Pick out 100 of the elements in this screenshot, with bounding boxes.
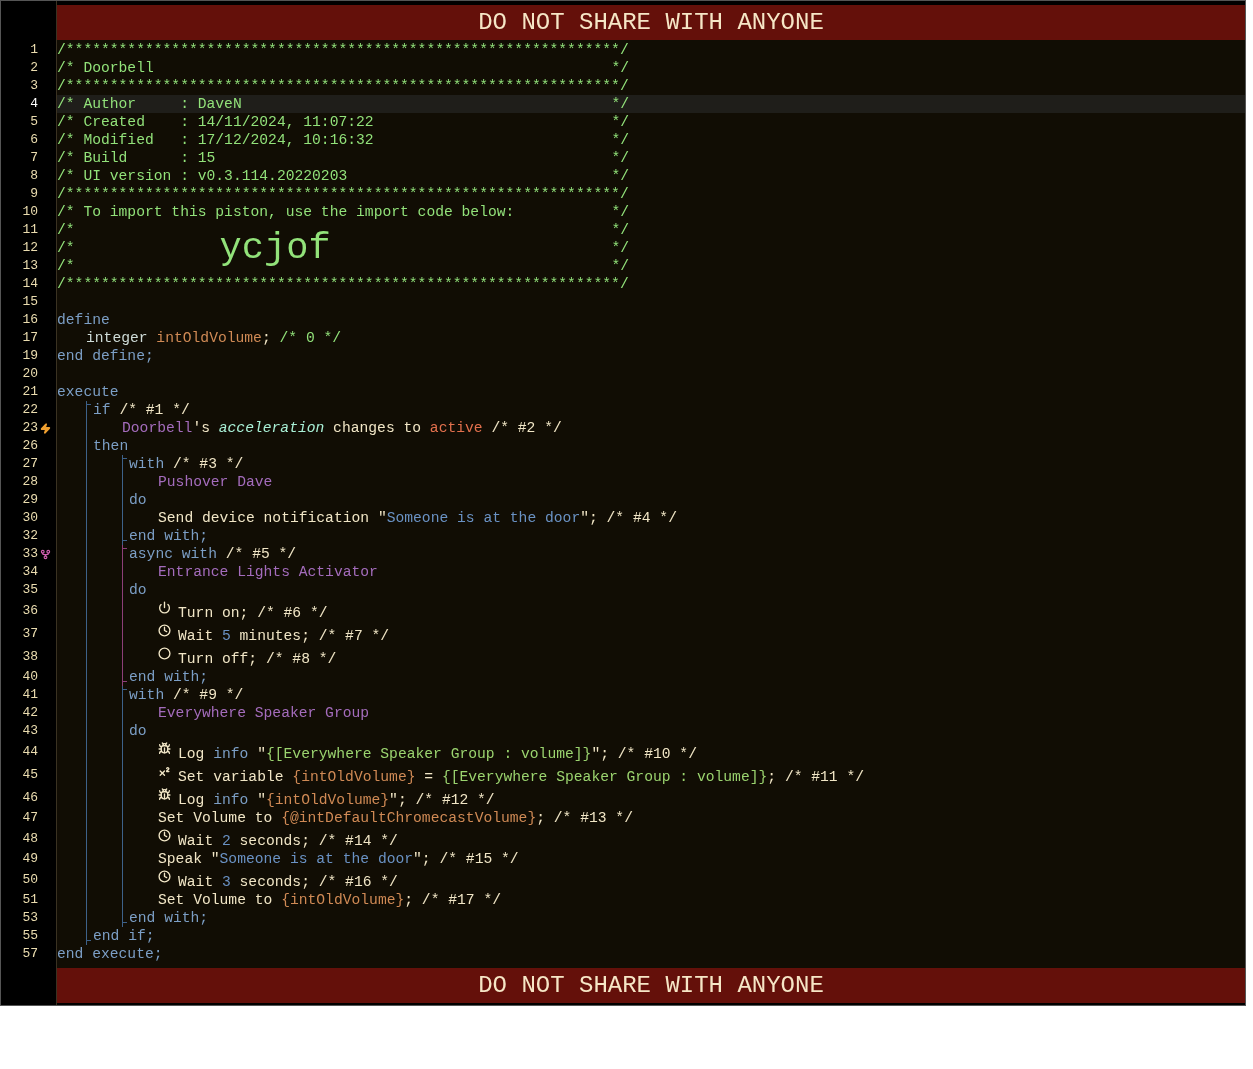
code-line: end if; [93, 927, 155, 945]
superscript-icon [158, 765, 171, 778]
line-number: 3 [29, 77, 38, 96]
line-number: 8 [29, 167, 38, 186]
line-number: 32 [21, 527, 38, 546]
code-line: with /* #9 */ [129, 686, 244, 704]
line-number: 13 [21, 257, 38, 276]
code-line: Speak "Someone is at the door"; /* #15 */ [158, 850, 519, 868]
code-line: Everywhere Speaker Group [158, 704, 370, 722]
line-number: 29 [21, 491, 38, 510]
line-number: 11 [21, 221, 38, 240]
line-number: 20 [21, 365, 38, 384]
line-number: 47 [21, 809, 38, 828]
code-line: Wait 5 minutes; /* #7 */ [178, 627, 390, 645]
code-line: with /* #3 */ [129, 455, 244, 473]
line-number: 14 [21, 275, 38, 294]
line-number: 57 [21, 945, 38, 964]
line-number: 38 [21, 647, 38, 666]
line-number: 45 [21, 765, 38, 784]
comment-text: /* [57, 239, 75, 257]
code-line: /***************************************************************/ [57, 275, 629, 293]
code-line: end define; [57, 347, 154, 365]
code-line: Set Volume to {@intDefaultChromecastVolume}; /* #13 */ [158, 809, 633, 827]
code-line: if /* #1 */ [93, 401, 190, 419]
line-number: 19 [21, 347, 38, 366]
code-line: Set variable {intOldVolume} = {[Everywhere Speaker Group : volume]}; /* #11 */ [178, 768, 865, 786]
code-line: do [129, 491, 147, 509]
clock-icon [158, 829, 171, 842]
line-number: 21 [21, 383, 38, 402]
circle-icon [158, 647, 171, 660]
line-number: 15 [21, 293, 38, 312]
code-line: /***************************************************************/ [57, 185, 629, 203]
line-number: 5 [29, 113, 38, 132]
line-number: 55 [21, 927, 38, 946]
line-number: 34 [21, 563, 38, 582]
code-line: Log info "{[Everywhere Speaker Group : volume]}"; /* #10 */ [178, 745, 697, 763]
line-number: 44 [21, 742, 38, 761]
code-line: end with; [129, 527, 209, 545]
line-number: 36 [21, 601, 38, 620]
code-line: end with; [129, 909, 209, 927]
bug-icon [158, 742, 171, 755]
warning-banner: DO NOT SHARE WITH ANYONE [57, 5, 1245, 40]
warning-banner: DO NOT SHARE WITH ANYONE [57, 968, 1245, 1003]
line-number: 26 [21, 437, 38, 456]
code-line: /***************************************************************/ [57, 41, 629, 59]
code-line: /* Author : DaveN */ [57, 95, 629, 113]
code-line: Doorbell's acceleration changes to active /* #2 */ [122, 419, 562, 437]
code-line: end execute; [57, 945, 163, 963]
code-line: Set Volume to {intOldVolume}; /* #17 */ [158, 891, 502, 909]
line-number: 37 [21, 624, 38, 643]
line-number: 43 [21, 722, 38, 741]
line-number: 22 [21, 401, 38, 420]
line-number: 50 [21, 870, 38, 889]
line-number: 49 [21, 850, 38, 869]
code-line: /***************************************************************/ [57, 77, 629, 95]
line-number: 12 [21, 239, 38, 258]
line-number: 16 [21, 311, 38, 330]
bug-icon [158, 788, 171, 801]
code-line: do [129, 722, 147, 740]
code-line: Log info "{intOldVolume}"; /* #12 */ [178, 791, 495, 809]
code-line: Pushover Dave [158, 473, 273, 491]
line-number: 40 [21, 668, 38, 687]
line-number: 42 [21, 704, 38, 723]
line-number: 30 [21, 509, 38, 528]
power-icon [158, 601, 171, 614]
line-number: 23 [21, 419, 38, 438]
line-number: 27 [21, 455, 38, 474]
line-number: 4 [29, 95, 38, 114]
code-line: /* Build : 15 */ [57, 149, 629, 167]
code-line: do [129, 581, 147, 599]
line-number: 41 [21, 686, 38, 705]
line-number: 10 [21, 203, 38, 222]
line-number: 35 [21, 581, 38, 600]
code-line: then [93, 437, 129, 455]
code-line: /* Modified : 17/12/2024, 10:16:32 */ [57, 131, 629, 149]
line-number: 51 [21, 891, 38, 910]
comment-text: */ [611, 239, 629, 257]
line-number: 1 [29, 41, 38, 60]
line-number: 6 [29, 131, 38, 150]
code-line: Turn off; /* #8 */ [178, 650, 337, 668]
code-line: execute [57, 383, 119, 401]
code-line: /* To import this piston, use the import code below: */ [57, 203, 629, 221]
code-line: Turn on; /* #6 */ [178, 604, 328, 622]
code-line: /* Created : 14/11/2024, 11:07:22 */ [57, 113, 629, 131]
fork-icon [39, 548, 51, 560]
code-line: integer intOldVolume; /* 0 */ [86, 329, 342, 347]
line-number: 53 [21, 909, 38, 928]
line-number: 9 [29, 185, 38, 204]
code-line: Send device notification "Someone is at the door"; /* #4 */ [158, 509, 677, 527]
code-line: Wait 3 seconds; /* #16 */ [178, 873, 398, 891]
line-number: 17 [21, 329, 38, 348]
line-number: 48 [21, 829, 38, 848]
code-line: end with; [129, 668, 209, 686]
code-line: Wait 2 seconds; /* #14 */ [178, 832, 398, 850]
line-number: 2 [29, 59, 38, 78]
clock-icon [158, 624, 171, 637]
code-line: Entrance Lights Activator [158, 563, 378, 581]
clock-icon [158, 870, 171, 883]
code-line: async with /* #5 */ [129, 545, 297, 563]
code-line: define [57, 311, 110, 329]
